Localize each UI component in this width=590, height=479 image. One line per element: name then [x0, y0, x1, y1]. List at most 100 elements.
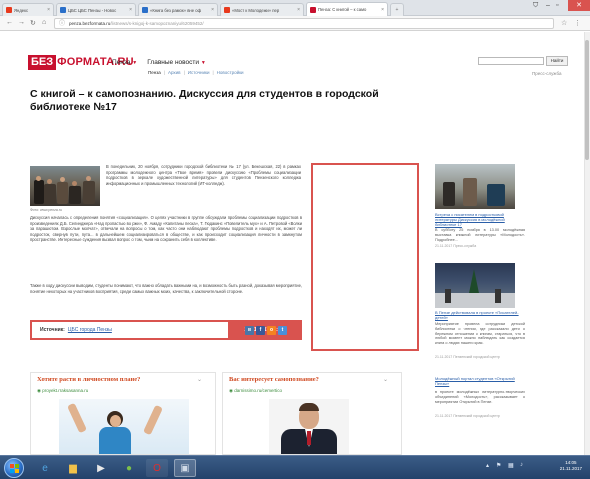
bookmark-star-icon[interactable]: ☆: [561, 19, 567, 27]
recommendation-source[interactable]: ◉ darnissimo.ru/cemertico: [229, 388, 282, 394]
yandex-browser-icon[interactable]: ●: [118, 459, 140, 477]
tab-close-icon[interactable]: ×: [129, 7, 132, 13]
recommendation-card[interactable]: Хотите расти в личностном плане? ⌄ ◉ pro…: [30, 372, 216, 455]
window-icon[interactable]: ▣: [174, 459, 196, 477]
scrollbar-thumb[interactable]: [585, 40, 589, 160]
article-body-paragraph: Также в ходу дискуссии выводим, студенты…: [30, 283, 302, 294]
user-icon[interactable]: ⛉: [533, 2, 538, 10]
tray-chevron-icon[interactable]: ▴: [486, 462, 489, 469]
sidebar-news-image[interactable]: [435, 164, 515, 209]
subnav-item[interactable]: Новостройки: [217, 70, 244, 75]
tray-flag-icon[interactable]: ⚑: [496, 462, 501, 469]
new-tab-button[interactable]: +: [390, 3, 404, 16]
dropdown-arrow-icon: ▼: [132, 60, 138, 66]
nav-main-news[interactable]: Главные новости ▼: [147, 59, 206, 66]
clock-date: 21.11.2017: [559, 466, 582, 471]
tab-label: «Книга без рамок» вне оф: [150, 7, 202, 13]
sidebar-news-link[interactable]: Встреча с писателем в подростковой литер…: [435, 212, 525, 227]
ad-placeholder: [311, 163, 419, 351]
window-close-button[interactable]: ✕: [568, 0, 590, 11]
sidebar-news-text: в проекте молодёжных литературно-творчес…: [435, 390, 525, 404]
sidebar-news-text: В субботу 25 ноября в 13.00 молодёжная в…: [435, 228, 525, 242]
sidebar-news-date: 21.11.2017 Пензенский городской центр: [435, 414, 500, 418]
page-favicon-icon: [60, 7, 66, 13]
browser-tab-strip: Яндекс × ЦБС ЦБС Пензы - Новос × «Книга …: [0, 0, 590, 16]
tab-close-icon[interactable]: ×: [297, 7, 300, 13]
start-button[interactable]: [4, 458, 24, 478]
subnav-item[interactable]: Архив: [168, 70, 181, 75]
recommendation-headline[interactable]: Хотите расти в личностном плане?: [37, 376, 140, 383]
tab-close-icon[interactable]: ×: [47, 7, 50, 13]
url-host: penza.bezformata.ru: [69, 21, 111, 26]
tab-label: Яндекс: [14, 7, 29, 13]
article-photo[interactable]: [30, 166, 100, 206]
reload-icon[interactable]: ↻: [30, 19, 36, 27]
article-body-paragraph: Дискуссия началась с определения понятия…: [30, 215, 302, 243]
recommendation-headline[interactable]: Вас интересует самопознание?: [229, 376, 319, 383]
browser-tab[interactable]: «Мост к Молодежи» пер ×: [220, 3, 304, 16]
logo-red-part: БЕЗ: [28, 54, 57, 70]
article-title: С книгой – к самопознанию. Дискуссия для…: [30, 88, 379, 113]
tray-network-icon[interactable]: ▦: [508, 462, 514, 469]
page-favicon-icon: [142, 7, 148, 13]
home-icon[interactable]: ⌂: [42, 19, 46, 26]
yandex-favicon-icon: [6, 7, 12, 13]
subnav-item[interactable]: Пенза: [148, 70, 161, 75]
info-icon[interactable]: ⓘ: [59, 19, 65, 28]
sidebar-news-link[interactable]: В Пензе действовала в проекте «Писателей…: [435, 310, 525, 320]
top-navigation: Пенза ▼ Главные новости ▼: [112, 59, 206, 66]
windows-taskbar: e ▆ ▶ ● O ▣ ▴ ⚑ ▦ ♪ 14:05 21.11.2017: [0, 455, 590, 479]
windows-logo-icon: [10, 464, 20, 474]
menu-icon[interactable]: ⋮: [574, 19, 581, 27]
opera-icon[interactable]: O: [146, 459, 168, 477]
sidebar-news-date: 21.11.2017 Пресс-служба: [435, 244, 477, 248]
dropdown-arrow-icon: ▼: [200, 60, 206, 66]
back-icon[interactable]: ←: [6, 19, 13, 26]
facebook-share-icon[interactable]: f: [256, 326, 265, 335]
odnoklassniki-share-icon[interactable]: о: [267, 326, 276, 335]
nav-city[interactable]: Пенза ▼: [112, 59, 137, 66]
site-search-button[interactable]: Найти: [546, 56, 568, 66]
vk-share-icon[interactable]: в: [245, 326, 254, 335]
sidebar-news-text: Мероприятие провела сотрудники детской б…: [435, 322, 525, 346]
source-link[interactable]: ЦБС города Пензы: [65, 327, 112, 333]
taskbar-clock[interactable]: 14:05 21.11.2017: [560, 460, 582, 472]
recommendation-card[interactable]: Вас интересует самопознание? ⌄ ◉ darniss…: [222, 372, 402, 455]
sidebar-news-date: 21.11.2017 Пензенский городской центр: [435, 355, 500, 359]
media-player-icon[interactable]: ▶: [90, 459, 112, 477]
tab-close-icon[interactable]: ×: [381, 7, 384, 13]
page-favicon-icon: [310, 6, 316, 13]
page-favicon-icon: [224, 7, 230, 13]
source-label: Источник:: [40, 327, 65, 333]
browser-tab[interactable]: ЦБС ЦБС Пензы - Новос ×: [56, 3, 136, 16]
twitter-share-icon[interactable]: t: [278, 326, 287, 335]
sidebar-news-image[interactable]: [435, 263, 515, 308]
tray-volume-icon[interactable]: ♪: [520, 462, 523, 468]
address-bar-row: ← → ↻ ⌂ ⓘ penza.bezformata.ru/listnews/s…: [0, 16, 590, 31]
recommendation-image: [59, 399, 189, 454]
recommendation-image: [269, 399, 349, 454]
browser-tab-active[interactable]: Пенза: С книгой – к само ×: [306, 2, 388, 16]
chevron-down-icon[interactable]: ⌄: [383, 376, 388, 383]
chevron-down-icon[interactable]: ⌄: [197, 376, 202, 383]
sidebar-news-link[interactable]: Молодёжный портал студентов «Открытий Пе…: [435, 376, 525, 386]
tab-label: Пенза: С книгой – к само: [318, 7, 367, 12]
recommendation-source[interactable]: ◉ proyekt.rraksasanna.ru: [37, 388, 88, 394]
press-service-link[interactable]: Пресс-служба: [532, 71, 561, 76]
site-search-input[interactable]: [478, 57, 544, 65]
forward-icon[interactable]: →: [18, 19, 25, 26]
photo-caption: Фото: www.penza.ru: [30, 208, 62, 212]
maximize-icon[interactable]: ▫: [556, 2, 558, 9]
sub-navigation: Пенза | Архив | Источники | Новостройки: [148, 70, 244, 75]
subnav-item[interactable]: Источники: [188, 70, 210, 75]
browser-tab[interactable]: «Книга без рамок» вне оф ×: [138, 3, 218, 16]
article-lead: В понедельник, 20 ноября, сотрудники гор…: [106, 164, 301, 186]
tab-label: ЦБС ЦБС Пензы - Новос: [68, 7, 117, 13]
internet-explorer-icon[interactable]: e: [34, 459, 56, 477]
tab-close-icon[interactable]: ×: [211, 7, 214, 13]
folder-icon[interactable]: ▆: [62, 459, 84, 477]
url-input[interactable]: ⓘ penza.bezformata.ru/listnews/s-knigoj-…: [54, 18, 554, 29]
url-path: /listnews/s-knigoj-k-samopoznaniyu/62059…: [110, 21, 204, 26]
browser-tab[interactable]: Яндекс ×: [2, 3, 54, 16]
minimize-icon[interactable]: –: [546, 2, 550, 9]
